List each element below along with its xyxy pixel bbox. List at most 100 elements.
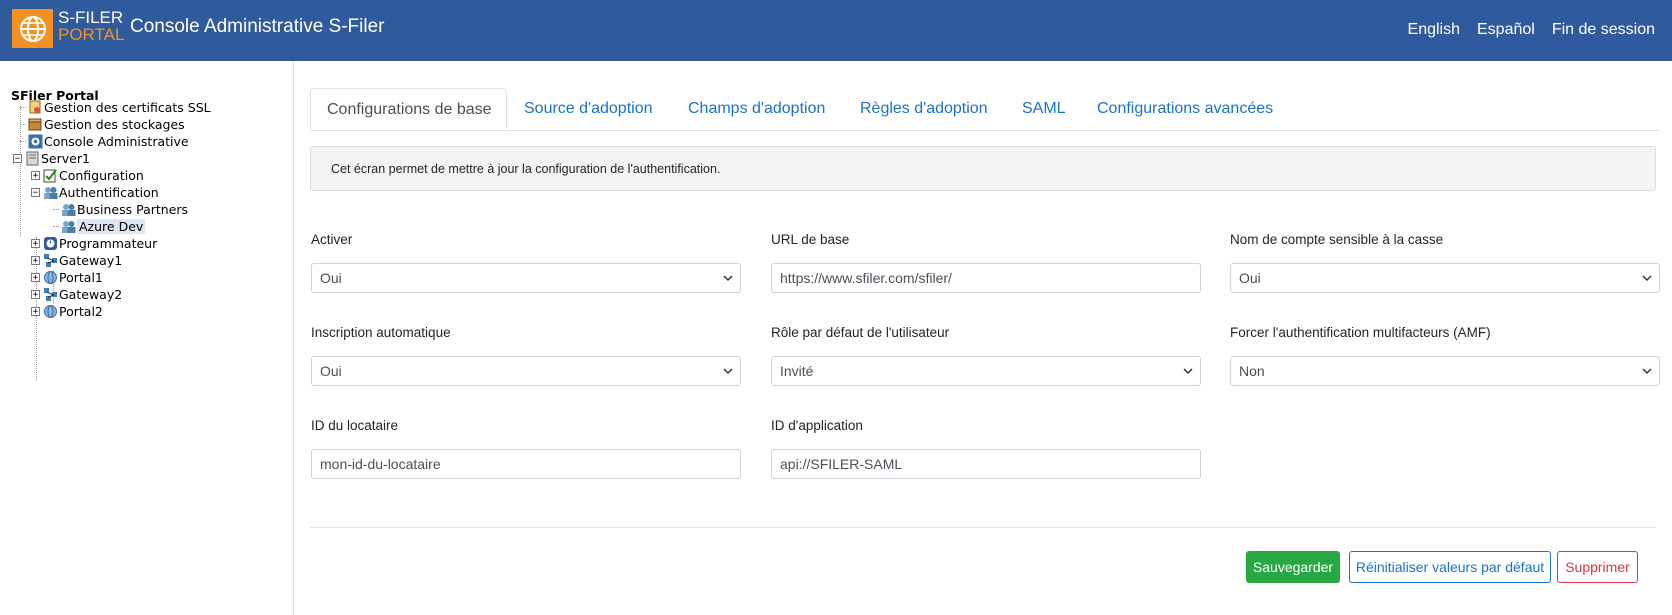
app-id-value: api://SFILER-SAML bbox=[780, 456, 903, 472]
chevron-down-icon bbox=[1183, 368, 1193, 375]
tree-item-label: Gestion des stockages bbox=[44, 116, 185, 132]
storage-box-icon bbox=[27, 116, 43, 132]
tab-champs-adoption[interactable]: Champs d'adoption bbox=[688, 88, 825, 130]
url-base-value: https://www.sfiler.com/sfiler/ bbox=[780, 270, 952, 286]
default-role-field-group: Rôle par défaut de l'utilisateur Invité bbox=[771, 325, 1201, 386]
tree-item-gateway2[interactable]: + Gateway2 bbox=[31, 285, 122, 303]
auto-inscription-field-group: Inscription automatique Oui bbox=[311, 325, 741, 386]
tree-item-portal1[interactable]: + Portal1 bbox=[31, 268, 103, 286]
tab-bar: Configurations de base Source d'adoption… bbox=[310, 88, 1660, 131]
sfiler-logo: S-FILER PORTAL bbox=[12, 9, 125, 48]
certificate-icon bbox=[27, 99, 43, 115]
tree-item-label: Programmateur bbox=[59, 235, 158, 251]
logo-line2: PORTAL bbox=[58, 25, 125, 44]
sidebar-tree: SFiler Portal Gestion des certificats SS… bbox=[0, 61, 294, 615]
case-sensitive-select[interactable]: Oui bbox=[1230, 263, 1660, 293]
header-links: English Español Fin de session bbox=[1408, 21, 1655, 39]
tree-item-label: Business Partners bbox=[77, 201, 189, 217]
expand-toggle[interactable]: + bbox=[31, 255, 40, 265]
url-base-input[interactable]: https://www.sfiler.com/sfiler/ bbox=[771, 263, 1201, 293]
default-role-label: Rôle par défaut de l'utilisateur bbox=[771, 325, 950, 340]
tree-item-business-partners[interactable]: Business Partners bbox=[53, 200, 188, 218]
globe-icon bbox=[42, 303, 58, 319]
tree-item-ssl[interactable]: Gestion des certificats SSL bbox=[20, 98, 211, 116]
auto-inscription-label: Inscription automatique bbox=[311, 325, 451, 340]
tree-item-azure-dev[interactable]: Azure Dev bbox=[53, 217, 146, 235]
mfa-select[interactable]: Non bbox=[1230, 356, 1660, 386]
users-icon bbox=[60, 201, 76, 217]
tenant-id-value: mon-id-du-locataire bbox=[320, 456, 441, 472]
tree-item-label: Authentification bbox=[59, 184, 159, 200]
network-icon bbox=[42, 252, 58, 268]
tree-item-gateway1[interactable]: + Gateway1 bbox=[31, 251, 122, 269]
app-id-input[interactable]: api://SFILER-SAML bbox=[771, 449, 1201, 479]
globe-logo-icon bbox=[12, 9, 53, 48]
tree-item-label: Console Administrative bbox=[44, 133, 189, 149]
clock-icon bbox=[42, 235, 58, 251]
activer-field-group: Activer Oui bbox=[311, 232, 741, 293]
tab-regles-adoption[interactable]: Règles d'adoption bbox=[860, 88, 988, 130]
expand-toggle[interactable]: + bbox=[31, 272, 40, 282]
tree-item-label: Gestion des certificats SSL bbox=[44, 99, 211, 115]
tree-item-label: Gateway2 bbox=[59, 286, 123, 302]
tree-item-authentification[interactable]: − Authentification bbox=[31, 183, 159, 201]
tree-item-label: Portal1 bbox=[59, 269, 103, 285]
url-base-label: URL de base bbox=[771, 232, 850, 247]
top-header: S-FILER PORTAL Console Administrative S-… bbox=[0, 0, 1672, 61]
tenant-id-label: ID du locataire bbox=[311, 418, 399, 433]
tree-item-label: Portal2 bbox=[59, 303, 103, 319]
delete-button[interactable]: Supprimer bbox=[1557, 551, 1638, 583]
users-icon bbox=[42, 184, 58, 200]
collapse-toggle[interactable]: − bbox=[13, 153, 22, 163]
network-icon bbox=[42, 286, 58, 302]
app-id-label: ID d'application bbox=[771, 418, 863, 433]
tree-item-server1[interactable]: − Server1 bbox=[13, 149, 90, 167]
tab-configurations-avancees[interactable]: Configurations avancées bbox=[1097, 88, 1273, 130]
chevron-down-icon bbox=[1642, 368, 1652, 375]
gear-icon bbox=[27, 133, 43, 149]
app-title: Console Administrative S-Filer bbox=[130, 16, 385, 37]
divider bbox=[310, 527, 1656, 528]
logout-link[interactable]: Fin de session bbox=[1552, 21, 1655, 39]
case-sensitive-label: Nom de compte sensible à la casse bbox=[1230, 232, 1444, 247]
expand-toggle[interactable]: + bbox=[31, 170, 40, 180]
lang-english-link[interactable]: English bbox=[1408, 21, 1460, 39]
auto-inscription-value: Oui bbox=[320, 363, 342, 379]
save-button[interactable]: Sauvegarder bbox=[1246, 551, 1340, 583]
auto-inscription-select[interactable]: Oui bbox=[311, 356, 741, 386]
tab-saml[interactable]: SAML bbox=[1022, 88, 1066, 130]
tenant-id-input[interactable]: mon-id-du-locataire bbox=[311, 449, 741, 479]
tree-item-label: Server1 bbox=[41, 150, 90, 166]
tree-item-label: Configuration bbox=[59, 167, 144, 183]
activer-label: Activer bbox=[311, 232, 353, 247]
checklist-icon bbox=[42, 167, 58, 183]
case-sensitive-field-group: Nom de compte sensible à la casse Oui bbox=[1230, 232, 1660, 293]
tab-configurations-de-base[interactable]: Configurations de base bbox=[310, 88, 507, 130]
chevron-down-icon bbox=[723, 275, 733, 282]
globe-icon bbox=[42, 269, 58, 285]
default-role-select[interactable]: Invité bbox=[771, 356, 1201, 386]
mfa-field-group: Forcer l'authentification multifacteurs … bbox=[1230, 325, 1660, 386]
expand-toggle[interactable]: + bbox=[31, 289, 40, 299]
app-id-field-group: ID d'application api://SFILER-SAML bbox=[771, 418, 1201, 479]
tree-item-storage[interactable]: Gestion des stockages bbox=[20, 115, 185, 133]
expand-toggle[interactable]: + bbox=[31, 238, 40, 248]
tree-item-label: Gateway1 bbox=[59, 252, 123, 268]
tree-item-label: Azure Dev bbox=[77, 218, 146, 234]
tree-item-configuration[interactable]: + Configuration bbox=[31, 166, 144, 184]
chevron-down-icon bbox=[1642, 275, 1652, 282]
tree-item-programmateur[interactable]: + Programmateur bbox=[31, 234, 157, 252]
case-sensitive-value: Oui bbox=[1239, 270, 1261, 286]
reset-defaults-button[interactable]: Réinitialiser valeurs par défaut bbox=[1349, 551, 1551, 583]
tree-item-portal2[interactable]: + Portal2 bbox=[31, 302, 103, 320]
activer-select[interactable]: Oui bbox=[311, 263, 741, 293]
tab-source-adoption[interactable]: Source d'adoption bbox=[524, 88, 652, 130]
lang-espanol-link[interactable]: Español bbox=[1477, 21, 1535, 39]
info-alert: Cet écran permet de mettre à jour la con… bbox=[310, 146, 1656, 191]
tree-item-console[interactable]: Console Administrative bbox=[20, 132, 189, 150]
collapse-toggle[interactable]: − bbox=[31, 187, 40, 197]
expand-toggle[interactable]: + bbox=[31, 306, 40, 316]
mfa-label: Forcer l'authentification multifacteurs … bbox=[1230, 325, 1491, 340]
server-icon bbox=[24, 150, 40, 166]
chevron-down-icon bbox=[723, 368, 733, 375]
